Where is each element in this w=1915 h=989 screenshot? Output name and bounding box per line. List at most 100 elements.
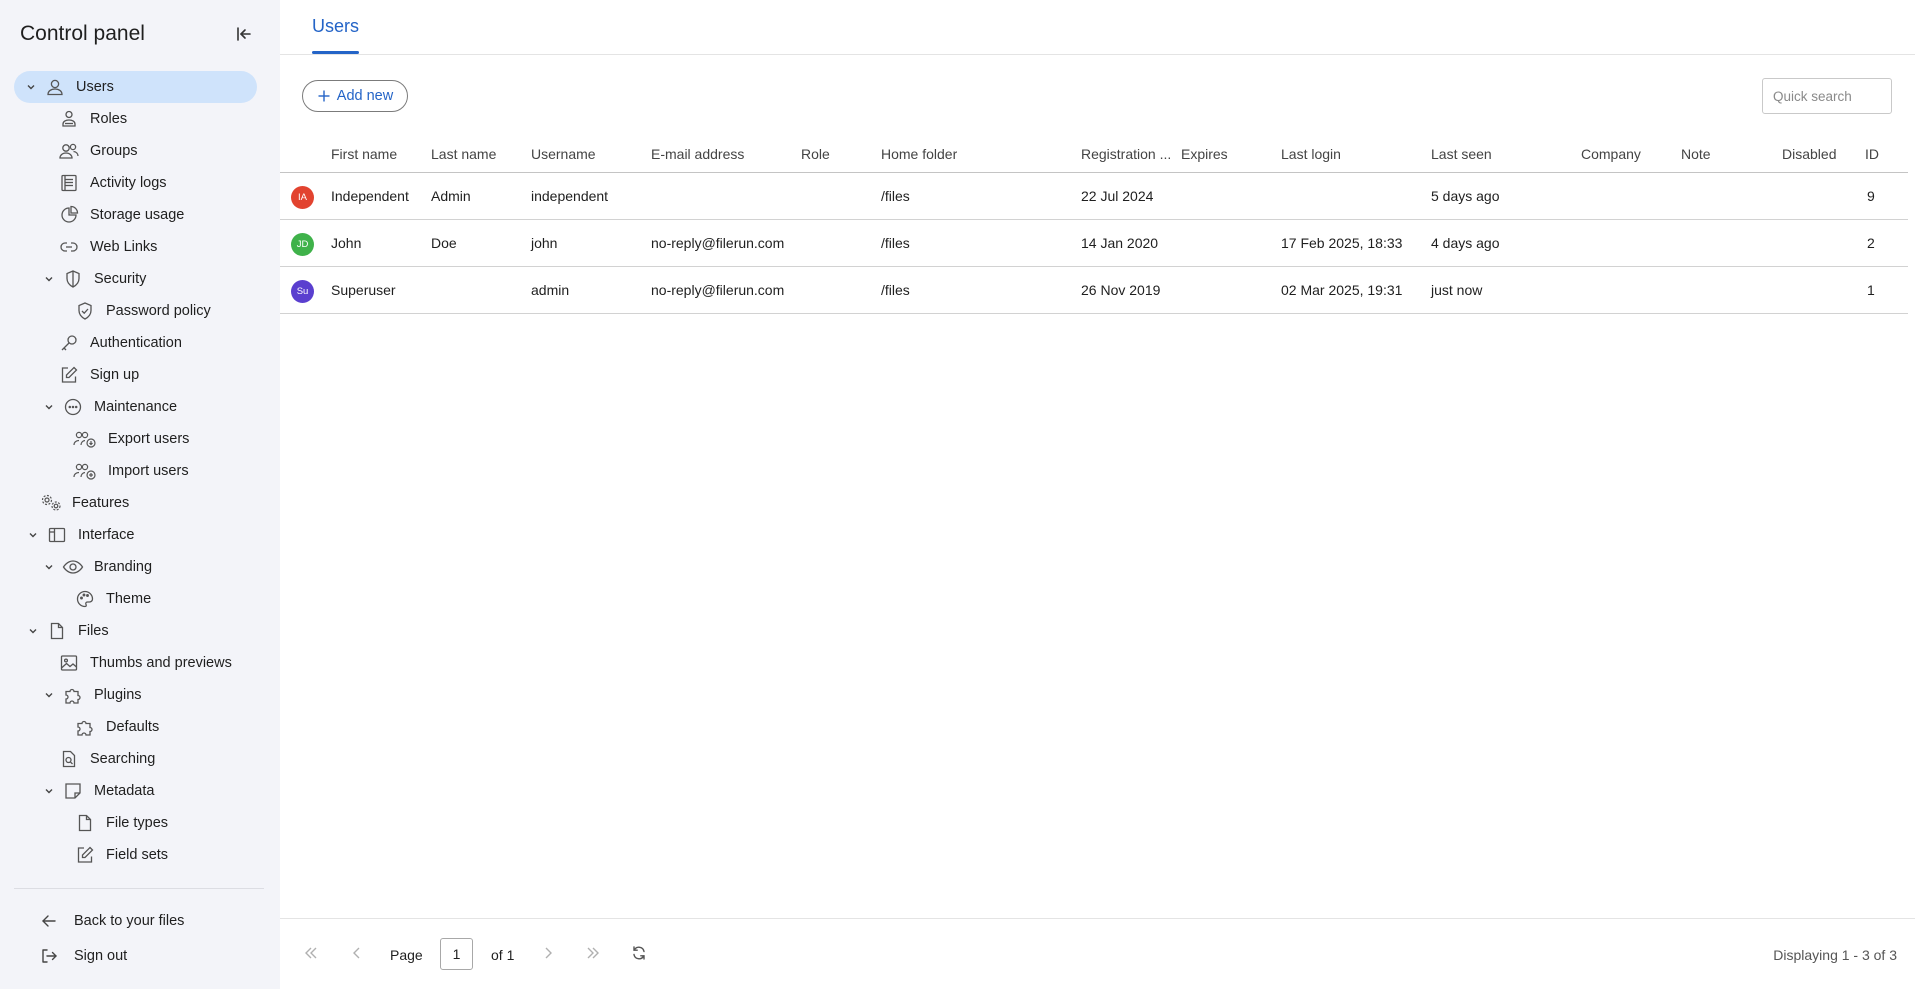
sidebar-item-thumbs-and-previews[interactable]: Thumbs and previews [58,647,232,679]
interface-layout-icon [46,524,68,546]
last-page-button[interactable] [582,943,604,965]
sidebar-item-maintenance[interactable]: Maintenance [42,391,177,423]
cell-registration: 26 Nov 2019 [1081,282,1161,298]
column-header-email[interactable]: E-mail address [651,146,744,162]
page-count-label: of 1 [491,947,515,963]
column-header-company[interactable]: Company [1581,146,1641,162]
chevron-down-icon[interactable] [26,528,40,542]
cell-username: independent [531,188,609,204]
sidebar-item-field-sets[interactable]: Field sets [74,839,168,871]
column-header-first-name[interactable]: First name [331,146,397,162]
sidebar-item-label: Branding [94,559,153,575]
column-header-home-folder[interactable]: Home folder [881,146,957,162]
storage-usage-icon [58,204,80,226]
cell-username: john [531,235,558,251]
users-table: First name Last name Username E-mail add… [280,134,1908,314]
column-header-id[interactable]: ID [1865,146,1879,162]
cell-username: admin [531,282,570,298]
sidebar-item-label: Searching [90,751,156,767]
puzzle-defaults-icon [74,716,96,738]
chevron-down-icon[interactable] [24,80,38,94]
column-header-last-name[interactable]: Last name [431,146,496,162]
back-to-files-label: Back to your files [74,913,185,929]
chevron-down-icon[interactable] [42,400,56,414]
sidebar-item-storage-usage[interactable]: Storage usage [58,199,184,231]
sidebar-item-metadata[interactable]: Metadata [42,775,154,807]
groups-icon [58,140,80,162]
cell-last-seen: 4 days ago [1431,235,1500,251]
displaying-count: Displaying 1 - 3 of 3 [1773,947,1897,963]
key-icon [58,332,80,354]
cell-last-login: 02 Mar 2025, 19:31 [1281,282,1403,298]
page-label: Page [390,947,423,963]
quick-search-input[interactable] [1762,78,1892,114]
sidebar-item-label: Plugins [94,687,142,703]
cell-home-folder: /files [881,282,910,298]
avatar: Su [291,280,314,303]
sidebar-item-export-users[interactable]: Export users [72,423,189,455]
sidebar-item-security[interactable]: Security [42,263,146,295]
sidebar-item-label: Sign up [90,367,140,383]
sidebar-item-roles[interactable]: Roles [58,103,127,135]
tab-users[interactable]: Users [312,16,359,49]
collapse-sidebar-button[interactable] [232,23,256,47]
chevron-down-icon[interactable] [42,688,56,702]
sidebar-item-label: Interface [78,527,135,543]
sidebar-item-password-policy[interactable]: Password policy [74,295,211,327]
cell-id: 9 [1867,188,1875,204]
sidebar-item-label: Maintenance [94,399,178,415]
column-header-username[interactable]: Username [531,146,596,162]
table-row[interactable]: Su Superuser admin no-reply@filerun.com … [280,267,1908,314]
sidebar-item-interface[interactable]: Interface [26,519,134,551]
column-header-expires[interactable]: Expires [1181,146,1228,162]
edit-icon [74,844,96,866]
column-header-role[interactable]: Role [801,146,830,162]
sidebar-item-web-links[interactable]: Web Links [58,231,157,263]
refresh-button[interactable] [628,943,650,965]
previous-page-button[interactable] [346,943,368,965]
sidebar-item-authentication[interactable]: Authentication [58,327,182,359]
add-new-button[interactable]: Add new [302,80,408,112]
back-to-files-link[interactable]: Back to your files [38,906,184,936]
sidebar-item-defaults[interactable]: Defaults [74,711,159,743]
sidebar-item-theme[interactable]: Theme [74,583,151,615]
first-page-button[interactable] [300,943,322,965]
sidebar-item-users[interactable]: Users [14,71,257,103]
column-header-disabled[interactable]: Disabled [1782,146,1836,162]
table-row[interactable]: IA Independent Admin independent /files … [280,173,1908,220]
puzzle-icon [62,684,84,706]
more-circle-icon [62,396,84,418]
sidebar-item-files[interactable]: Files [26,615,109,647]
chevron-down-icon[interactable] [42,784,56,798]
add-new-label: Add new [336,88,394,104]
main-panel: Users Add new First name Last name Usern… [280,0,1915,989]
chevron-down-icon[interactable] [42,560,56,574]
sidebar-item-activity-logs[interactable]: Activity logs [58,167,167,199]
features-gear-icon [40,492,64,514]
palette-icon [74,588,96,610]
eye-icon [62,556,84,578]
sidebar-item-plugins[interactable]: Plugins [42,679,142,711]
sidebar-item-features[interactable]: Features [40,487,129,519]
sidebar-item-label: Activity logs [90,175,167,191]
column-header-last-login[interactable]: Last login [1281,146,1341,162]
sidebar-item-label: Theme [106,591,152,607]
next-page-button[interactable] [537,943,559,965]
table-row[interactable]: JD John Doe john no-reply@filerun.com /f… [280,220,1908,267]
sidebar-item-file-types[interactable]: File types [74,807,168,839]
page-number-input[interactable] [440,938,473,970]
sidebar-item-branding[interactable]: Branding [42,551,152,583]
sidebar-item-label: Authentication [90,335,182,351]
sidebar-item-sign-up[interactable]: Sign up [58,359,139,391]
sidebar-item-groups[interactable]: Groups [58,135,138,167]
column-header-note[interactable]: Note [1681,146,1711,162]
chevron-down-icon[interactable] [26,624,40,638]
sign-out-link[interactable]: Sign out [38,941,127,971]
sidebar-item-import-users[interactable]: Import users [72,455,189,487]
sidebar-item-label: Security [94,271,147,287]
column-header-registration[interactable]: Registration ... [1081,146,1176,162]
sidebar-item-searching[interactable]: Searching [58,743,155,775]
cell-last-name: Admin [431,188,471,204]
chevron-down-icon[interactable] [42,272,56,286]
column-header-last-seen[interactable]: Last seen [1431,146,1492,162]
